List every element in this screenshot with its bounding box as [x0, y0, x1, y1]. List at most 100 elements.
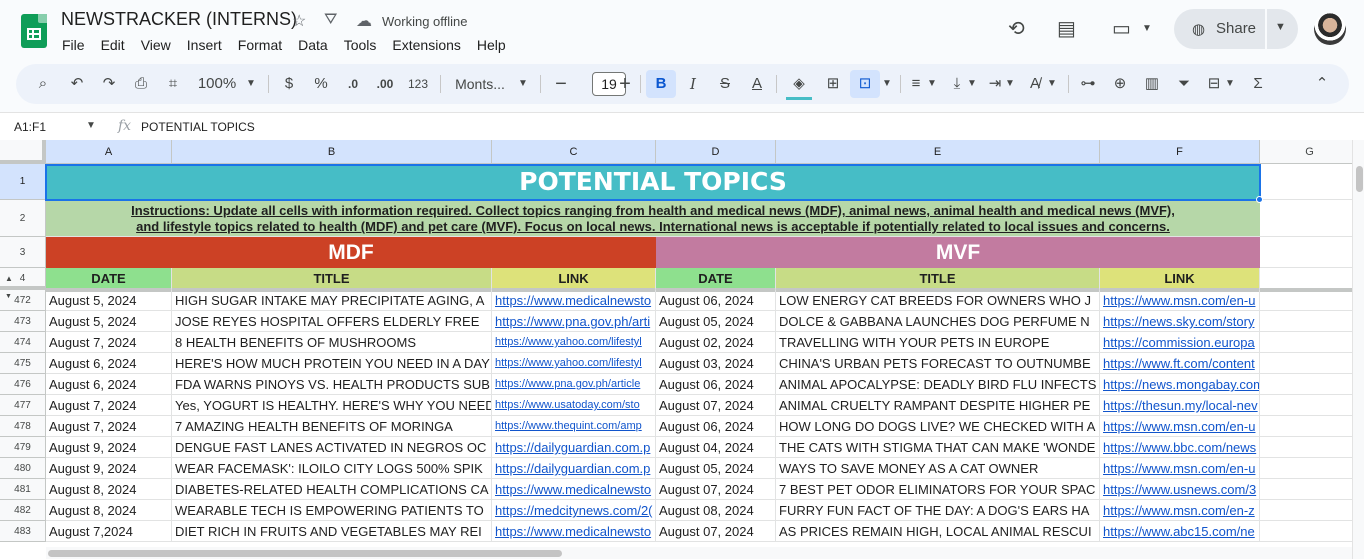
instructions-cell[interactable]: Instructions: Update all cells with info…	[46, 200, 1260, 237]
cell-link-mdf[interactable]: https://medcitynews.com/2(	[492, 500, 656, 521]
move-to-drive-icon[interactable]: ⛛	[324, 11, 337, 29]
row-header-1[interactable]: 1	[0, 164, 46, 200]
vertical-scroll-thumb[interactable]	[1356, 166, 1363, 192]
menu-insert[interactable]: Insert	[187, 37, 222, 53]
font-family-select[interactable]: Monts...	[450, 64, 510, 104]
cell-cell-g[interactable]	[1260, 311, 1360, 332]
more-formats-button[interactable]: 123	[406, 64, 430, 104]
row-header-3[interactable]: 3	[0, 237, 46, 268]
text-wrapping-dropdown-icon[interactable]: ▼	[1004, 64, 1016, 104]
cell-title-mvf[interactable]: WAYS TO SAVE MONEY AS A CAT OWNER	[776, 458, 1100, 479]
cell-title-mvf[interactable]: AS PRICES REMAIN HIGH, LOCAL ANIMAL RESC…	[776, 521, 1100, 542]
menu-help[interactable]: Help	[477, 37, 506, 53]
text-rotation-dropdown-icon[interactable]: ▼	[1046, 64, 1058, 104]
print-icon[interactable]: ⎙	[130, 64, 152, 104]
horizontal-scroll-thumb[interactable]	[48, 550, 562, 557]
bold-icon[interactable]: B	[648, 64, 674, 104]
row-header[interactable]: 482	[0, 500, 46, 521]
select-all-corner[interactable]	[0, 140, 46, 164]
column-header-a[interactable]: A	[46, 140, 172, 164]
cell-link-mvf[interactable]: https://thesun.my/local-nev	[1100, 395, 1260, 416]
increase-font-size-icon[interactable]: +	[616, 64, 634, 104]
cell-title-mdf[interactable]: JOSE REYES HOSPITAL OFFERS ELDERLY FREE	[172, 311, 492, 332]
comments-icon[interactable]: ▤	[1057, 16, 1076, 41]
cell-date-mvf[interactable]: August 03, 2024	[656, 353, 776, 374]
header-date-mvf[interactable]: DATE	[656, 268, 776, 292]
fill-color-icon[interactable]: ◈	[786, 68, 812, 100]
cell-cell-g[interactable]	[1260, 521, 1360, 542]
cell-date-mdf[interactable]: August 7, 2024	[46, 416, 172, 437]
horizontal-align-icon[interactable]: ≡	[904, 64, 928, 104]
filter-views-icon[interactable]: ⊟	[1202, 64, 1226, 104]
cell-date-mdf[interactable]: August 8, 2024	[46, 479, 172, 500]
decrease-decimal-button[interactable]: .0	[341, 64, 365, 104]
cell-title-mdf[interactable]: DENGUE FAST LANES ACTIVATED IN NEGROS OC	[172, 437, 492, 458]
cell-cell-g[interactable]	[1260, 374, 1360, 395]
meet-icon[interactable]: ▭	[1112, 16, 1131, 41]
cell-cell-g[interactable]	[1260, 458, 1360, 479]
cell-title-mvf[interactable]: THE CATS WITH STIGMA THAT CAN MAKE 'WOND…	[776, 437, 1100, 458]
decrease-font-size-icon[interactable]: −	[552, 64, 570, 104]
merge-dropdown-icon[interactable]: ▼	[880, 64, 894, 104]
redo-icon[interactable]: ↷	[98, 64, 120, 104]
cell-link-mvf[interactable]: https://news.sky.com/story	[1100, 311, 1260, 332]
cell-link-mvf[interactable]: https://www.usnews.com/3	[1100, 479, 1260, 500]
cell-title-mvf[interactable]: HOW LONG DO DOGS LIVE? WE CHECKED WITH A	[776, 416, 1100, 437]
cell-date-mvf[interactable]: August 06, 2024	[656, 290, 776, 311]
cell-link-mdf[interactable]: https://www.medicalnewsto	[492, 290, 656, 311]
cell-date-mdf[interactable]: August 9, 2024	[46, 437, 172, 458]
search-menus-icon[interactable]: ⌕	[32, 64, 54, 104]
cell-cell-g[interactable]	[1260, 479, 1360, 500]
paint-format-icon[interactable]: ⌗	[162, 64, 184, 104]
cell-link-mdf[interactable]: https://www.medicalnewsto	[492, 521, 656, 542]
cell-link-mdf[interactable]: https://www.thequint.com/amp	[492, 416, 656, 437]
row-header[interactable]: 481	[0, 479, 46, 500]
filter-views-dropdown-icon[interactable]: ▼	[1224, 64, 1236, 104]
insert-chart-icon[interactable]: ▥	[1140, 64, 1164, 104]
menu-file[interactable]: File	[62, 37, 85, 53]
column-header-e[interactable]: E	[776, 140, 1100, 164]
menu-format[interactable]: Format	[238, 37, 282, 53]
cell-cell-g[interactable]	[1260, 416, 1360, 437]
mvf-banner-cell[interactable]: MVF	[656, 237, 1260, 268]
cell-date-mvf[interactable]: August 08, 2024	[656, 500, 776, 521]
row-header[interactable]: 479	[0, 437, 46, 458]
cell-link-mdf[interactable]: https://www.medicalnewsto	[492, 479, 656, 500]
vertical-align-dropdown-icon[interactable]: ▼	[966, 64, 978, 104]
cell-cell-g[interactable]	[1260, 395, 1360, 416]
cell-date-mdf[interactable]: August 7, 2024	[46, 332, 172, 353]
cell-title-mdf[interactable]: WEAR FACEMASK': ILOILO CITY LOGS 500% SP…	[172, 458, 492, 479]
percent-format-button[interactable]: %	[312, 64, 330, 104]
cell-title-mvf[interactable]: CHINA'S URBAN PETS FORECAST TO OUTNUMBE	[776, 353, 1100, 374]
cell-title-mdf[interactable]: WEARABLE TECH IS EMPOWERING PATIENTS TO	[172, 500, 492, 521]
cell-link-mdf[interactable]: https://www.pna.gov.ph/arti	[492, 311, 656, 332]
functions-icon[interactable]: Σ	[1246, 64, 1270, 104]
column-header-f[interactable]: F	[1100, 140, 1260, 164]
mdf-banner-cell[interactable]: MDF	[46, 237, 656, 268]
cell-date-mdf[interactable]: August 8, 2024	[46, 500, 172, 521]
vertical-align-icon[interactable]: ⤓	[946, 64, 968, 104]
cell-title-mvf[interactable]: FURRY FUN FACT OF THE DAY: A DOG'S EARS …	[776, 500, 1100, 521]
insert-link-icon[interactable]: ⊶	[1076, 64, 1100, 104]
row-header[interactable]: 478	[0, 416, 46, 437]
cell-date-mvf[interactable]: August 02, 2024	[656, 332, 776, 353]
title-banner-cell[interactable]: POTENTIAL TOPICS	[46, 164, 1260, 200]
cell-title-mdf[interactable]: DIABETES-RELATED HEALTH COMPLICATIONS CA	[172, 479, 492, 500]
horizontal-align-dropdown-icon[interactable]: ▼	[926, 64, 938, 104]
cell-title-mvf[interactable]: TRAVELLING WITH YOUR PETS IN EUROPE	[776, 332, 1100, 353]
filter-icon[interactable]: ⏷	[1172, 64, 1196, 104]
name-box-dropdown-icon[interactable]: ▼	[86, 120, 96, 131]
merge-cells-icon[interactable]: ⊡	[852, 64, 878, 104]
cell-link-mdf[interactable]: https://dailyguardian.com.p	[492, 458, 656, 479]
increase-decimal-button[interactable]: .00	[371, 64, 399, 104]
cell-link-mdf[interactable]: https://www.yahoo.com/lifestyl	[492, 332, 656, 353]
cell-link-mvf[interactable]: https://www.msn.com/en-u	[1100, 458, 1260, 479]
insert-comment-icon[interactable]: ⊕	[1108, 64, 1132, 104]
cell-date-mvf[interactable]: August 07, 2024	[656, 521, 776, 542]
account-avatar[interactable]	[1314, 13, 1346, 45]
share-button[interactable]: ◍ Share ▼	[1174, 9, 1298, 49]
collapse-toolbar-icon[interactable]: ⌃	[1310, 64, 1334, 104]
row-header[interactable]: ▼ 472	[0, 290, 46, 311]
menu-edit[interactable]: Edit	[101, 37, 125, 53]
cell-link-mvf[interactable]: https://www.bbc.com/news	[1100, 437, 1260, 458]
